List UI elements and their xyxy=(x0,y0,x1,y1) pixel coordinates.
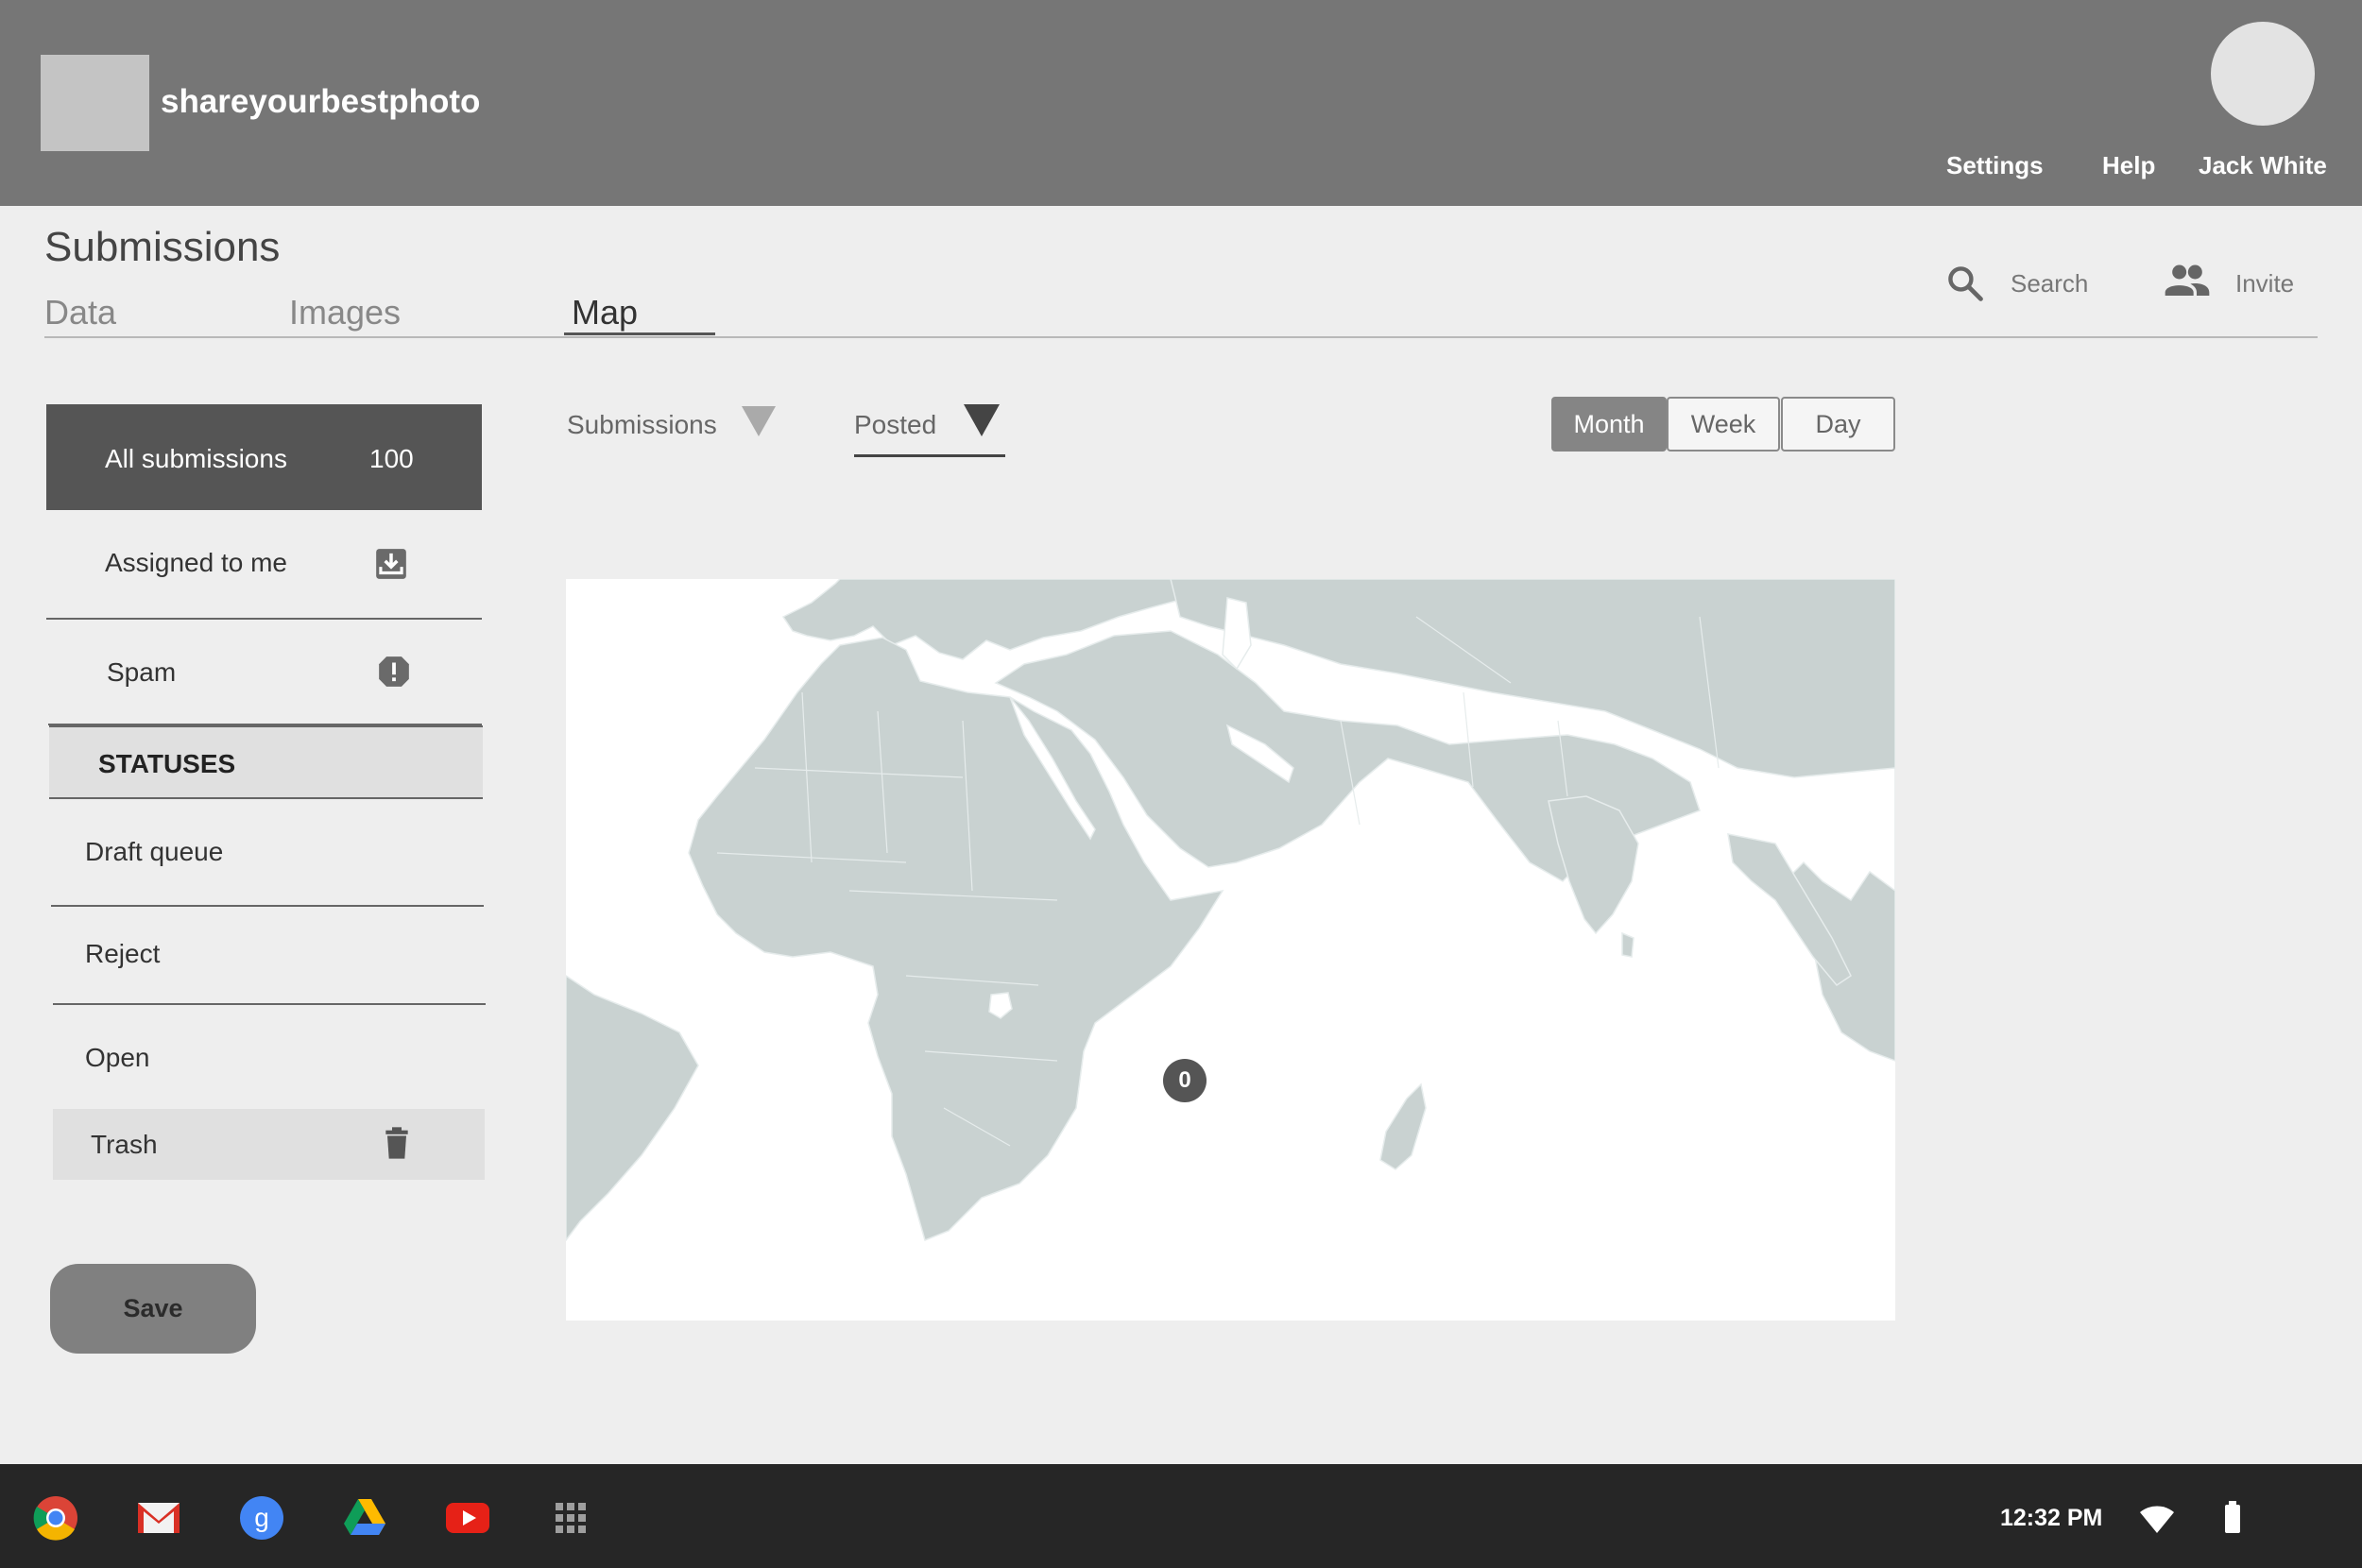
help-link[interactable]: Help xyxy=(2102,151,2155,180)
sidebar-item-label: Assigned to me xyxy=(105,548,287,577)
sidebar-item-all-submissions[interactable]: All submissions 100 xyxy=(46,404,482,510)
section-header-label: STATUSES xyxy=(98,749,236,778)
sidebar-item-draft-queue[interactable]: Draft queue xyxy=(51,799,484,907)
user-avatar[interactable] xyxy=(2211,22,2315,126)
submission-count: 100 xyxy=(369,444,414,473)
wifi-icon[interactable] xyxy=(2138,1501,2176,1535)
search-icon[interactable] xyxy=(1944,263,1986,304)
sidebar-item-spam[interactable]: Spam xyxy=(48,620,482,725)
system-clock[interactable]: 12:32 PM xyxy=(2000,1505,2102,1532)
inbox-download-icon xyxy=(376,549,406,579)
posted-filter-label[interactable]: Posted xyxy=(854,410,936,440)
app-title: shareyourbestphoto xyxy=(161,83,481,120)
period-day-button[interactable]: Day xyxy=(1781,397,1895,452)
sidebar-item-open[interactable]: Open xyxy=(53,1005,486,1109)
tabs-divider xyxy=(44,336,2318,338)
sidebar-item-assigned-to-me[interactable]: Assigned to me xyxy=(46,510,482,620)
app-logo[interactable] xyxy=(41,55,149,151)
active-tab-indicator xyxy=(564,332,715,335)
land-sri-lanka xyxy=(1621,931,1635,958)
user-name-link[interactable]: Jack White xyxy=(2199,151,2327,180)
gmail-icon[interactable] xyxy=(136,1495,181,1541)
tab-map[interactable]: Map xyxy=(572,293,638,332)
chrome-icon[interactable] xyxy=(33,1495,78,1541)
sidebar-item-reject[interactable]: Reject xyxy=(53,907,486,1005)
settings-link[interactable]: Settings xyxy=(1946,151,2044,180)
people-icon[interactable] xyxy=(2164,263,2211,300)
tab-data[interactable]: Data xyxy=(44,293,116,332)
map-canvas[interactable] xyxy=(566,579,1895,1321)
period-month-button[interactable]: Month xyxy=(1551,397,1667,452)
svg-text:g: g xyxy=(254,1503,269,1532)
land-south-america xyxy=(566,975,699,1242)
drive-icon[interactable] xyxy=(342,1495,387,1541)
sidebar-item-label: All submissions xyxy=(105,444,287,473)
sidebar-item-label: Trash xyxy=(91,1130,158,1159)
trash-icon xyxy=(385,1127,408,1159)
page-title: Submissions xyxy=(44,224,281,270)
search-button[interactable]: Search xyxy=(2011,269,2088,298)
posted-dropdown-underline xyxy=(854,454,1005,457)
sidebar-item-label: Reject xyxy=(85,939,161,968)
google-plus-icon[interactable]: g xyxy=(239,1495,284,1541)
youtube-icon[interactable] xyxy=(445,1495,490,1541)
sidebar-item-trash[interactable]: Trash xyxy=(53,1109,485,1180)
posted-dropdown-arrow-icon[interactable] xyxy=(964,404,1000,436)
invite-button[interactable]: Invite xyxy=(2235,269,2294,298)
statuses-section-header: STATUSES xyxy=(49,725,483,799)
save-button[interactable]: Save xyxy=(50,1264,256,1354)
app-launcher-icon[interactable] xyxy=(548,1495,593,1541)
sidebar-item-label: Spam xyxy=(107,657,177,687)
sidebar-item-label: Open xyxy=(85,1043,150,1072)
land-madagascar xyxy=(1379,1082,1427,1170)
submissions-map[interactable] xyxy=(566,579,1895,1321)
map-cluster-marker[interactable]: 0 xyxy=(1163,1059,1207,1102)
period-week-button[interactable]: Week xyxy=(1667,397,1780,452)
water-caspian xyxy=(1222,597,1252,671)
app-header: shareyourbestphoto Settings Help Jack Wh… xyxy=(0,0,2362,206)
sidebar-item-label: Draft queue xyxy=(85,837,224,866)
tab-images[interactable]: Images xyxy=(289,293,401,332)
battery-icon[interactable] xyxy=(2221,1501,2244,1535)
alert-octagon-icon xyxy=(379,656,409,687)
submissions-filter-label[interactable]: Submissions xyxy=(567,410,717,440)
submissions-dropdown-arrow-icon[interactable] xyxy=(742,406,776,436)
